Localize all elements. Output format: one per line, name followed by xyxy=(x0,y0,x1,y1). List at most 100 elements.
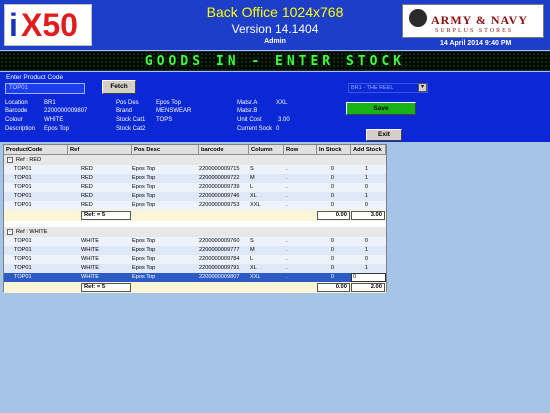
column-header[interactable]: barcode xyxy=(199,145,249,155)
table-cell: . xyxy=(286,265,288,271)
table-cell: WHITE xyxy=(81,265,100,271)
store-select[interactable]: BR1 - THE REEL xyxy=(348,83,428,93)
table-cell: RED xyxy=(81,202,93,208)
table-cell: TOP01 xyxy=(14,193,32,199)
table-cell: . xyxy=(286,274,288,280)
in-stock-total: 0.00 xyxy=(317,211,350,220)
table-cell: Epos Top xyxy=(132,193,156,199)
colour-label: Colour xyxy=(5,117,23,123)
table-cell: S xyxy=(250,166,254,172)
group-header[interactable]: - Ref : RED xyxy=(4,155,386,165)
table-cell[interactable]: 1 xyxy=(365,166,368,172)
datetime-label: 14 April 2014 9:40 PM xyxy=(440,40,512,47)
column-header[interactable]: Ref xyxy=(68,145,132,155)
table-cell: . xyxy=(286,175,288,181)
table-cell: WHITE xyxy=(81,247,100,253)
table-cell: TOP01 xyxy=(14,166,32,172)
matsr-b-label: Matsr.B xyxy=(237,108,258,114)
table-cell: TOP01 xyxy=(14,274,32,280)
table-row[interactable]: TOP01 WHITE Epos Top 2200000009760 S. 0 0 xyxy=(4,237,386,246)
table-cell: XXL xyxy=(250,202,261,208)
table-cell: XL xyxy=(250,193,257,199)
table-cell: 2200000009760 xyxy=(199,238,240,244)
column-header[interactable]: Pos Desc xyxy=(132,145,199,155)
banner-text: GOODS IN - ENTER STOCK xyxy=(144,54,406,69)
product-entry-bar: Enter Product Code TOP01 xyxy=(0,72,550,98)
table-cell: 2200000009753 xyxy=(199,202,240,208)
column-header[interactable]: Column xyxy=(249,145,284,155)
table-row[interactable]: TOP01 WHITE Epos Top 2200000009807 XXL. 0 0 xyxy=(4,273,386,282)
table-row[interactable]: TOP01 RED Epos Top 2200000009753 XXL. 0 0 xyxy=(4,201,386,210)
table-cell[interactable]: 0 xyxy=(365,184,368,190)
fetch-button[interactable]: Fetch xyxy=(102,80,136,94)
table-row[interactable]: TOP01 WHITE Epos Top 2200000009777 M. 0 1 xyxy=(4,246,386,255)
save-button[interactable]: Save xyxy=(346,102,416,115)
table-cell: XL xyxy=(250,265,257,271)
table-row[interactable]: TOP01 RED Epos Top 2200000009746 XL. 0 1 xyxy=(4,192,386,201)
table-cell: Epos Top xyxy=(132,166,156,172)
column-header[interactable]: Row xyxy=(284,145,317,155)
description-label: Description xyxy=(5,126,36,132)
table-cell: 2200000009791 xyxy=(199,265,240,271)
add-stock-input[interactable]: 0 xyxy=(351,273,386,282)
group-summary-row: Ref: = 5 0.00 2.00 xyxy=(4,282,386,293)
table-cell[interactable]: 1 xyxy=(365,265,368,271)
collapse-toggle-icon[interactable]: - xyxy=(7,229,13,235)
table-row[interactable]: TOP01 RED Epos Top 2200000009722 M. 0 1 xyxy=(4,174,386,183)
table-cell: Epos Top xyxy=(132,274,156,280)
product-code-label: Enter Product Code xyxy=(6,74,64,81)
table-cell: TOP01 xyxy=(14,175,32,181)
table-cell: Epos Top xyxy=(132,202,156,208)
table-cell: L xyxy=(250,184,254,190)
stock-grid: ProductCode Ref Pos Desc barcode Column Row In… xyxy=(3,144,387,293)
column-header[interactable]: ProductCode xyxy=(4,145,68,155)
column-header[interactable]: Add Stock xyxy=(351,145,386,155)
table-cell[interactable]: 0 xyxy=(365,202,368,208)
group-summary-row: Ref: = 5 0.00 3.00 xyxy=(4,210,386,221)
brand-value: MENSWEAR xyxy=(156,108,192,114)
logo-x50: X50 xyxy=(21,7,78,43)
table-cell[interactable]: 1 xyxy=(365,175,368,181)
table-row[interactable]: TOP01 WHITE Epos Top 2200000009784 L. 0 0 xyxy=(4,255,386,264)
table-cell: TOP01 xyxy=(14,184,32,190)
table-cell: RED xyxy=(81,193,93,199)
table-cell[interactable]: 1 xyxy=(365,193,368,199)
ix50-logo: i X50 xyxy=(4,4,92,46)
description-value: Epos Top xyxy=(44,126,69,132)
table-cell: . xyxy=(286,256,288,262)
table-cell: . xyxy=(286,247,288,253)
table-cell: TOP01 xyxy=(14,238,32,244)
table-cell[interactable]: 1 xyxy=(365,247,368,253)
pos-des-label: Pos Des xyxy=(116,100,139,106)
table-cell: 0 xyxy=(330,256,334,262)
table-cell: 2200000009715 xyxy=(199,166,240,172)
group-header[interactable]: - Ref : WHITE xyxy=(4,227,386,237)
product-code-input[interactable]: TOP01 xyxy=(5,83,85,94)
barcode-label: Barcode xyxy=(5,108,28,114)
group-title: Ref : RED xyxy=(16,157,42,163)
table-cell: 2200000009807 xyxy=(199,274,240,280)
table-row[interactable]: TOP01 RED Epos Top 2200000009715 S. 0 1 xyxy=(4,165,386,174)
table-cell[interactable]: 0 xyxy=(365,238,368,244)
table-cell: 2200000009746 xyxy=(199,193,240,199)
group-title: Ref : WHITE xyxy=(16,229,48,235)
app-header: i X50 Back Office 1024x768 Version 14.14… xyxy=(0,0,550,50)
collapse-toggle-icon[interactable]: - xyxy=(7,157,13,163)
table-row[interactable]: TOP01 RED Epos Top 2200000009739 L. 0 0 xyxy=(4,183,386,192)
column-header[interactable]: In Stock xyxy=(317,145,351,155)
table-cell: TOP01 xyxy=(14,202,32,208)
exit-button[interactable]: Exit xyxy=(366,129,402,141)
stock-cat2-label: Stock Cat2 xyxy=(116,126,146,132)
brand-logo: ARMY & NAVY SURPLUS STORES xyxy=(402,4,544,38)
chevron-down-icon[interactable]: ▾ xyxy=(418,83,427,92)
table-cell[interactable]: 0 xyxy=(365,256,368,262)
table-cell: 0 xyxy=(330,193,334,199)
table-cell: . xyxy=(286,193,288,199)
table-row[interactable]: TOP01 WHITE Epos Top 2200000009791 XL. 0 1 xyxy=(4,264,386,273)
table-cell: 0 xyxy=(330,238,334,244)
colour-value: WHITE xyxy=(44,117,64,123)
product-info-panel xyxy=(0,98,550,142)
table-cell: 2200000009722 xyxy=(199,175,240,181)
table-cell: 2200000009777 xyxy=(199,247,240,253)
table-cell: 0 xyxy=(330,247,334,253)
